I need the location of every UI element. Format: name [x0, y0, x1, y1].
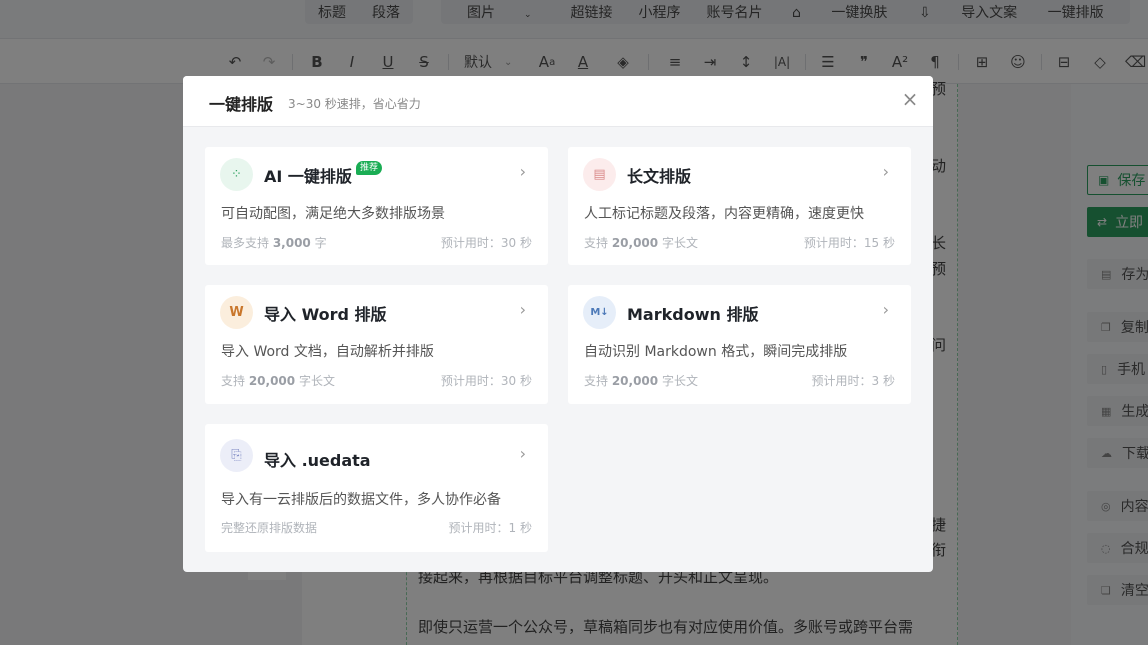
card-description: 人工标记标题及段落，内容更精确，速度更快 [584, 206, 864, 222]
markdown-icon: M↓ [583, 296, 616, 329]
card-description: 自动识别 Markdown 格式，瞬间完成排版 [584, 344, 848, 360]
sparkle-icon: ⁘ [220, 158, 253, 191]
card-description: 可自动配图，满足绝大多数排版场景 [221, 206, 445, 222]
document-icon: ▤ [583, 158, 616, 191]
card-estimated-time: 预计用时：15 秒 [803, 236, 895, 250]
card-title: 长文排版 [627, 167, 692, 186]
card-limit-value: 20,000 [611, 236, 659, 250]
data-file-icon: ⎘ [220, 439, 253, 472]
dialog-title: 一键排版 [209, 95, 274, 114]
card-limit-suffix: 字 [310, 236, 327, 250]
markdown-format-card[interactable]: M↓ Markdown 排版 › 自动识别 Markdown 格式，瞬间完成排版… [568, 285, 911, 404]
card-estimated-time: 预计用时：1 秒 [448, 521, 532, 535]
card-limit-prefix: 支持 [584, 236, 612, 250]
word-file-icon: W [220, 296, 253, 329]
card-estimated-time: 预计用时：3 秒 [811, 374, 895, 388]
chevron-right-icon: › [519, 162, 526, 181]
card-title: AI 一键排版 [264, 167, 352, 186]
card-limit-prefix: 最多支持 [221, 236, 273, 250]
card-title: Markdown 排版 [627, 305, 759, 324]
ai-format-card[interactable]: ⁘ AI 一键排版 推荐 › 可自动配图，满足绝大多数排版场景 最多支持 3,0… [205, 147, 548, 265]
recommend-badge: 推荐 [356, 161, 383, 175]
chevron-right-icon: › [519, 444, 526, 463]
card-description: 导入 Word 文档，自动解析并排版 [221, 344, 434, 360]
card-estimated-time: 预计用时：30 秒 [440, 374, 532, 388]
chevron-right-icon: › [882, 300, 889, 319]
card-limit: 支持 20,000 字长文 [584, 234, 698, 251]
chevron-right-icon: › [519, 300, 526, 319]
one-click-format-dialog: 一键排版 3~30 秒速排，省心省力 × ⁘ AI 一键排版 推荐 › 可自动配… [183, 76, 933, 572]
word-import-card[interactable]: W 导入 Word 排版 › 导入 Word 文档，自动解析并排版 支持 20,… [205, 285, 548, 404]
card-limit-value: 20,000 [248, 374, 296, 388]
chevron-right-icon: › [882, 162, 889, 181]
card-title: 导入 Word 排版 [264, 305, 387, 324]
card-limit-prefix: 支持 [584, 374, 612, 388]
card-limit-suffix: 字长文 [658, 236, 698, 250]
card-limit-prefix: 支持 [221, 374, 249, 388]
close-icon[interactable]: × [901, 89, 919, 109]
card-limit: 完整还原排版数据 [221, 521, 318, 535]
card-limit-value: 20,000 [611, 374, 659, 388]
card-limit-suffix: 字长文 [295, 374, 335, 388]
card-limit: 支持 20,000 字长文 [584, 372, 698, 389]
dialog-subtitle: 3~30 秒速排，省心省力 [288, 97, 421, 111]
card-limit: 最多支持 3,000 字 [221, 234, 327, 251]
card-description: 导入有一云排版后的数据文件，多人协作必备 [221, 492, 501, 508]
long-text-format-card[interactable]: ▤ 长文排版 › 人工标记标题及段落，内容更精确，速度更快 支持 20,000 … [568, 147, 911, 265]
card-limit-suffix: 字长文 [658, 374, 698, 388]
card-limit-value: 3,000 [272, 236, 311, 250]
card-title: 导入 .uedata [264, 451, 371, 470]
dialog-header: 一键排版 3~30 秒速排，省心省力 × [183, 76, 933, 127]
card-estimated-time: 预计用时：30 秒 [440, 236, 532, 250]
card-limit: 支持 20,000 字长文 [221, 372, 335, 389]
uedata-import-card[interactable]: ⎘ 导入 .uedata › 导入有一云排版后的数据文件，多人协作必备 完整还原… [205, 424, 548, 552]
